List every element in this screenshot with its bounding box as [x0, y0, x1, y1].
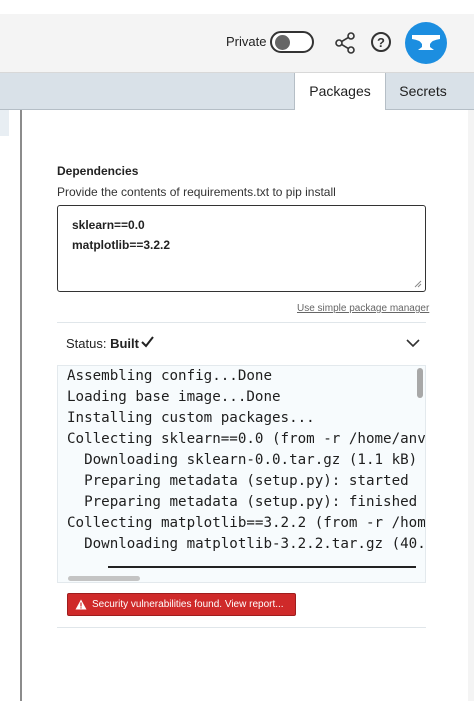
privacy-label: Private — [226, 34, 267, 49]
log-line: Preparing metadata (setup.py): finished — [67, 494, 418, 510]
help-glyph: ? — [377, 35, 385, 50]
horizontal-scrollbar[interactable] — [68, 576, 140, 581]
help-icon[interactable]: ? — [371, 32, 391, 52]
requirement-line: sklearn==0.0 — [72, 218, 145, 232]
alert-text: Security vulnerabilities found. View rep… — [92, 599, 284, 610]
tab-secrets[interactable]: Secrets — [386, 73, 460, 109]
dependencies-title: Dependencies — [57, 164, 139, 178]
avatar[interactable] — [405, 22, 447, 64]
status-label: Status: — [66, 336, 107, 351]
status-line: Status: Built — [66, 336, 139, 351]
progress-rule — [108, 566, 416, 568]
right-pane-edge — [468, 110, 474, 701]
tab-bar: Packages Secrets — [0, 73, 474, 110]
build-log[interactable]: Assembling config...Done Loading base im… — [57, 365, 426, 583]
check-icon — [141, 336, 154, 348]
chevron-down-icon[interactable] — [406, 339, 420, 348]
vertical-scrollbar[interactable] — [417, 368, 423, 398]
left-pane-edge — [0, 110, 22, 701]
log-line: Loading base image...Done — [67, 389, 281, 405]
warning-icon — [75, 599, 87, 610]
toggle-knob — [275, 35, 290, 50]
security-alert-button[interactable]: Security vulnerabilities found. View rep… — [67, 593, 296, 616]
top-toolbar: Private ? — [0, 14, 474, 73]
requirement-line: matplotlib==3.2.2 — [72, 238, 171, 252]
log-line: Preparing metadata (setup.py): started — [67, 473, 409, 489]
resize-grip-icon[interactable] — [414, 280, 422, 288]
log-line: Collecting sklearn==0.0 (from -r /home/a… — [67, 431, 426, 447]
log-line: Downloading sklearn-0.0.tar.gz (1.1 kB) — [67, 452, 418, 468]
tab-packages[interactable]: Packages — [294, 73, 386, 110]
left-pane-highlight — [0, 110, 9, 136]
log-line: Assembling config...Done — [67, 368, 272, 384]
privacy-toggle[interactable] — [270, 31, 314, 53]
simple-package-manager-link[interactable]: Use simple package manager — [297, 303, 429, 314]
requirements-textarea[interactable]: sklearn==0.0 matplotlib==3.2.2 — [57, 205, 426, 292]
status-value: Built — [110, 336, 139, 351]
log-line: Installing custom packages... — [67, 410, 315, 426]
dependencies-description: Provide the contents of requirements.txt… — [57, 185, 336, 199]
anvil-logo — [412, 35, 440, 50]
log-line: Collecting matplotlib==3.2.2 (from -r /h… — [67, 515, 426, 531]
status-panel: Status: Built Assembling config...Done L… — [57, 322, 426, 628]
log-line: Downloading matplotlib-3.2.2.tar.gz (40.… — [84, 536, 426, 552]
share-icon[interactable] — [334, 32, 356, 54]
